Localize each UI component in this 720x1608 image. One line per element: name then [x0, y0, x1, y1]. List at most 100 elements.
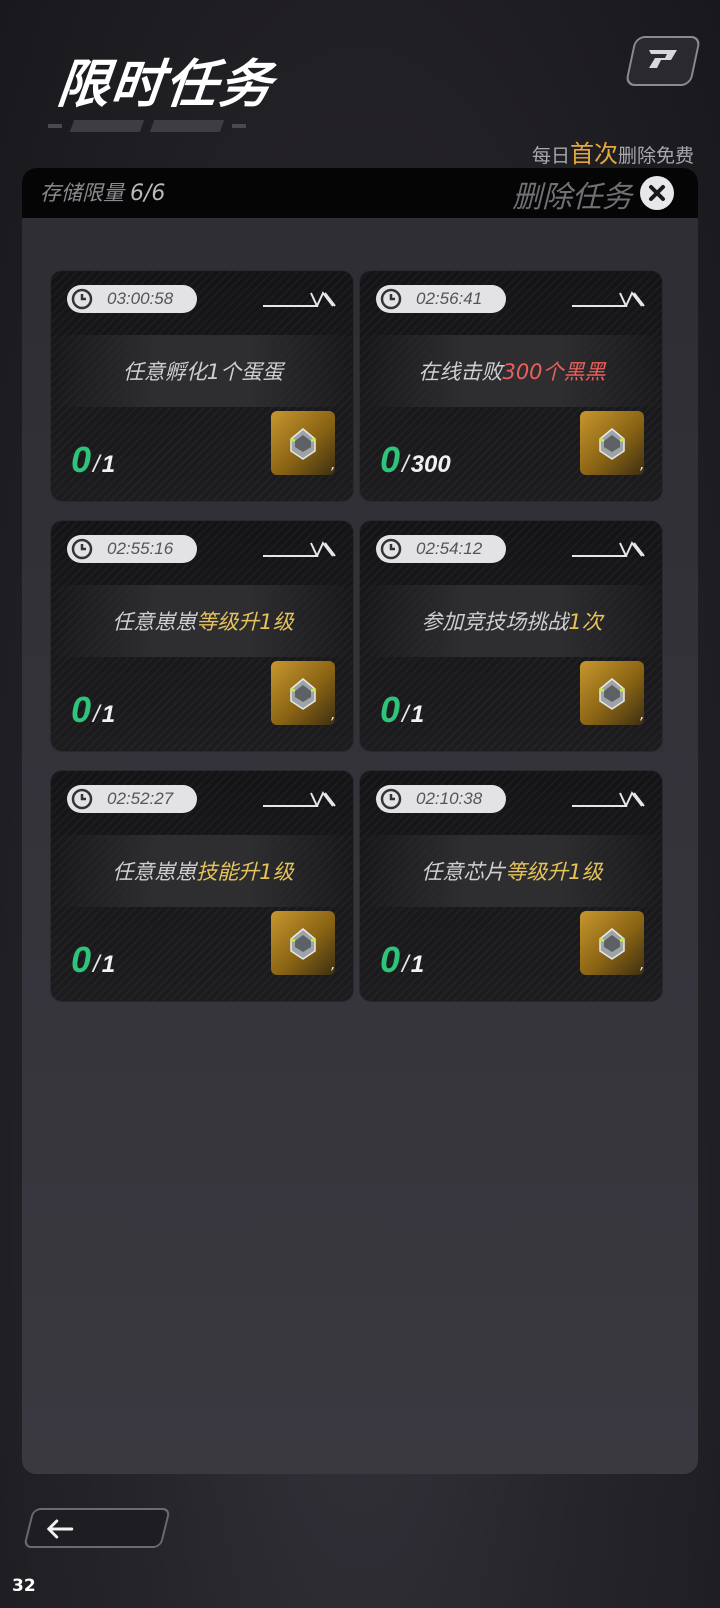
progress-current: 0	[71, 939, 92, 980]
task-text: 任意崽崽	[112, 860, 197, 884]
timer-clock-icon	[380, 288, 402, 310]
task-timer: 03:00:58	[67, 285, 197, 313]
task-progress: 0/1	[71, 689, 115, 731]
reward-item[interactable]	[271, 911, 335, 975]
reward-count: ,	[331, 957, 336, 973]
timer-text: 03:00:58	[107, 289, 174, 308]
page-number: 32	[12, 1576, 36, 1596]
task-description: 任意崽崽 技能升1级	[51, 835, 353, 907]
task-description: 参加竞技场挑战 1次	[360, 585, 662, 657]
task-card[interactable]: 02:52:27 任意崽崽 技能升1级 0/1 ,	[50, 770, 354, 1002]
timer-text: 02:54:12	[416, 539, 483, 558]
panel-header: 存储限量 6/6 删除任务	[22, 168, 698, 218]
arrow-decoration-icon	[572, 791, 645, 807]
timer-clock-icon	[71, 288, 93, 310]
task-timer: 02:10:38	[376, 785, 506, 813]
task-text-highlight: 等级升1级	[505, 860, 603, 884]
back-arrow-icon	[47, 1519, 74, 1539]
helmet-reward-icon	[599, 678, 625, 710]
task-card[interactable]: 02:54:12 参加竞技场挑战 1次 0/1 ,	[359, 520, 663, 752]
task-text: 任意芯片	[421, 860, 506, 884]
task-progress: 0/1	[71, 439, 115, 481]
task-card[interactable]: 03:00:58 任意孵化1个蛋蛋 0/1 ,	[50, 270, 354, 502]
free-note-suffix: 删除免费	[617, 145, 694, 167]
task-text-highlight: 等级升1级	[196, 610, 294, 634]
progress-current: 0	[380, 939, 401, 980]
progress-current: 0	[71, 689, 92, 730]
progress-separator: /	[93, 701, 100, 728]
timer-text: 02:55:16	[107, 539, 174, 558]
task-timer: 02:56:41	[376, 285, 506, 313]
arrow-decoration-icon	[263, 541, 336, 557]
progress-total: 1	[101, 451, 116, 478]
storage-limit: 存储限量 6/6	[40, 177, 165, 207]
task-description: 任意崽崽 等级升1级	[51, 585, 353, 657]
helmet-reward-icon	[290, 678, 316, 710]
task-description: 任意芯片 等级升1级	[360, 835, 662, 907]
arrow-decoration-icon	[572, 291, 645, 307]
task-text: 参加竞技场挑战	[421, 610, 569, 634]
reward-count: ,	[640, 457, 645, 473]
progress-current: 0	[380, 689, 401, 730]
task-card[interactable]: 02:10:38 任意芯片 等级升1级 0/1 ,	[359, 770, 663, 1002]
task-text: 在线击败	[418, 360, 503, 384]
helmet-reward-icon	[290, 428, 316, 460]
reward-item[interactable]	[271, 411, 335, 475]
task-card[interactable]: 02:55:16 任意崽崽 等级升1级 0/1 ,	[50, 520, 354, 752]
task-description: 在线击败 300个黑黑	[360, 335, 662, 407]
timer-text: 02:10:38	[416, 789, 483, 808]
task-timer: 02:52:27	[67, 785, 197, 813]
task-text: 任意孵化1个蛋蛋	[122, 360, 284, 384]
timer-clock-icon	[71, 788, 93, 810]
storage-label: 存储限量	[40, 181, 124, 205]
timer-text: 02:56:41	[416, 289, 483, 308]
app-logo-button[interactable]	[624, 36, 702, 86]
task-card[interactable]: 02:56:41 在线击败 300个黑黑 0/300 ,	[359, 270, 663, 502]
free-note-highlight: 首次	[569, 140, 618, 168]
task-text-highlight: 300个黑黑	[502, 360, 606, 384]
helmet-reward-icon	[599, 928, 625, 960]
progress-separator: /	[93, 451, 100, 478]
task-panel: 存储限量 6/6 删除任务 03:00:58 任意孵化1个蛋蛋 0/1 , 02…	[22, 168, 698, 1474]
back-button[interactable]	[23, 1508, 171, 1548]
task-timer: 02:55:16	[67, 535, 197, 563]
close-icon[interactable]	[640, 176, 674, 210]
task-progress: 0/300	[380, 439, 451, 481]
progress-total: 1	[101, 701, 116, 728]
progress-current: 0	[71, 439, 92, 480]
task-progress: 0/1	[380, 939, 424, 981]
storage-value: 6/6	[130, 181, 166, 206]
task-progress: 0/1	[380, 689, 424, 731]
reward-item[interactable]	[580, 911, 644, 975]
progress-total: 1	[101, 951, 116, 978]
progress-separator: /	[402, 951, 409, 978]
reward-count: ,	[331, 457, 336, 473]
helmet-reward-icon	[290, 928, 316, 960]
reward-count: ,	[640, 707, 645, 723]
logo-icon	[649, 50, 677, 68]
progress-total: 1	[410, 951, 425, 978]
progress-total: 1	[410, 701, 425, 728]
subtitle-decoration	[48, 117, 306, 135]
reward-item[interactable]	[580, 411, 644, 475]
free-delete-note: 每日首次删除免费	[532, 134, 694, 169]
timer-clock-icon	[380, 538, 402, 560]
delete-task-button[interactable]: 删除任务	[512, 172, 632, 216]
progress-separator: /	[402, 701, 409, 728]
reward-count: ,	[331, 707, 336, 723]
progress-separator: /	[93, 951, 100, 978]
progress-total: 300	[410, 451, 451, 478]
task-progress: 0/1	[71, 939, 115, 981]
progress-current: 0	[380, 439, 401, 480]
reward-item[interactable]	[580, 661, 644, 725]
task-text-highlight: 1次	[568, 610, 603, 634]
reward-item[interactable]	[271, 661, 335, 725]
free-note-prefix: 每日	[531, 145, 570, 167]
task-timer: 02:54:12	[376, 535, 506, 563]
arrow-decoration-icon	[263, 791, 336, 807]
reward-count: ,	[640, 957, 645, 973]
page-title: 限时任务	[54, 55, 277, 115]
task-text: 任意崽崽	[112, 610, 197, 634]
arrow-decoration-icon	[572, 541, 645, 557]
timer-clock-icon	[71, 538, 93, 560]
